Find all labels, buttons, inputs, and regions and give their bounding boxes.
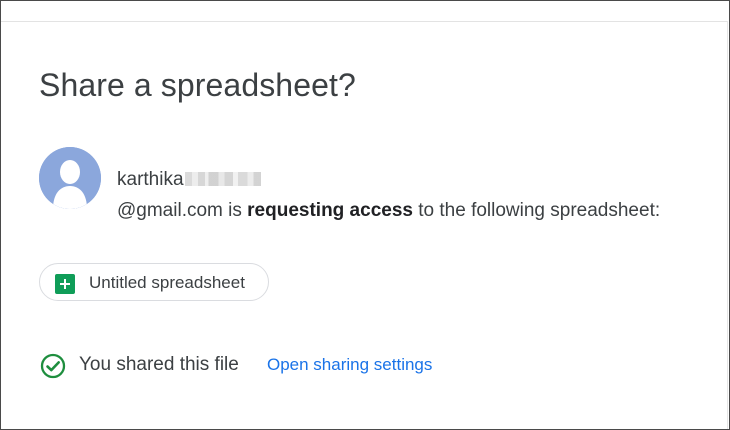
spreadsheet-file-chip[interactable]: Untitled spreadsheet xyxy=(39,263,269,301)
requester-email-user: karthika xyxy=(117,169,184,190)
check-circle-icon xyxy=(40,353,66,379)
redacted-email-part xyxy=(184,172,261,186)
avatar xyxy=(39,147,101,209)
request-text-before-bold: is xyxy=(222,200,248,221)
spreadsheet-name: Untitled spreadsheet xyxy=(89,273,245,292)
request-text-after-bold: to the following spreadsheet: xyxy=(412,200,661,221)
share-dialog: Share a spreadsheet? karthika@gmail.com … xyxy=(0,0,730,430)
right-divider xyxy=(727,21,728,429)
access-request-message: karthika@gmail.com is requesting access … xyxy=(117,164,727,226)
requester-email-domain: @gmail.com xyxy=(117,200,223,221)
open-sharing-settings-link[interactable]: Open sharing settings xyxy=(267,355,432,375)
requesting-access-text: requesting access xyxy=(247,200,413,221)
dialog-title: Share a spreadsheet? xyxy=(39,67,356,103)
shared-status-text: You shared this file xyxy=(79,354,239,375)
top-divider xyxy=(1,21,727,22)
google-sheets-icon xyxy=(55,274,75,294)
avatar-icon xyxy=(39,147,101,209)
